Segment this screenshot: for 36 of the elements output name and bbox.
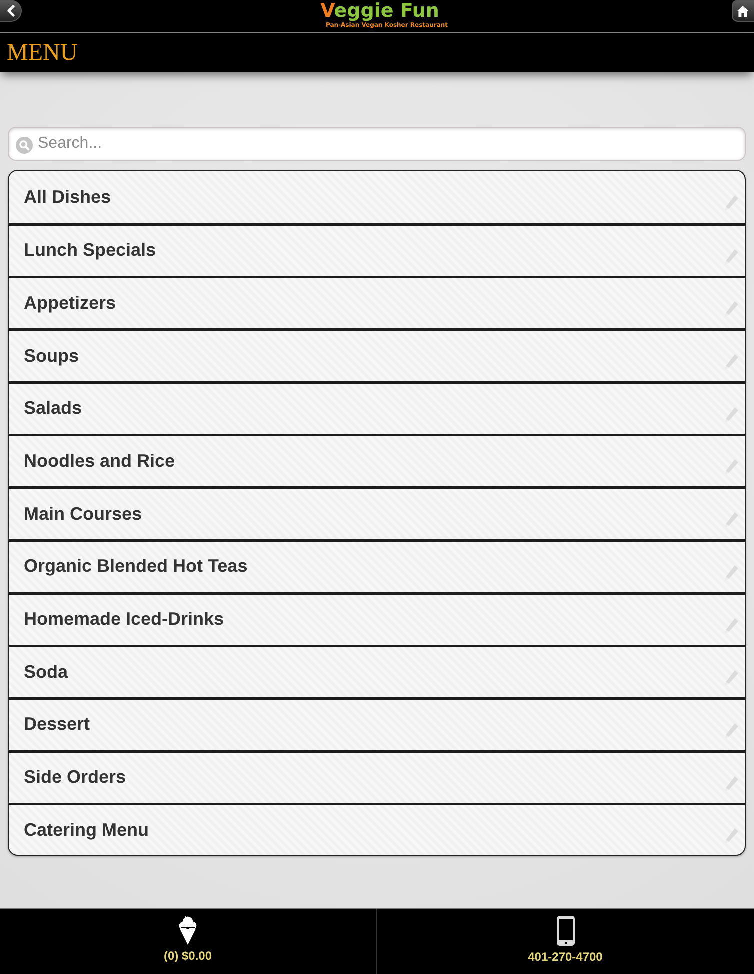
category-item[interactable]: Salads [9,384,745,434]
search-icon [16,137,33,154]
pencil-icon [725,301,739,318]
home-icon [737,6,750,16]
pencil-icon [725,354,739,370]
chevron-left-icon [6,5,14,17]
category-item[interactable]: Side Orders [9,752,745,803]
smartphone-icon [556,916,574,946]
category-item[interactable]: Noodles and Rice [9,436,745,486]
pencil-icon [725,195,739,211]
category-item[interactable]: Lunch Specials [9,226,745,276]
pencil-icon [725,828,739,844]
home-button[interactable] [732,0,754,22]
category-item[interactable]: Dessert [9,700,745,750]
pencil-icon [725,248,739,265]
pencil-icon [725,670,739,686]
pencil-icon [725,512,739,528]
pencil-icon [725,459,739,476]
search-field[interactable]: Search... [8,127,746,161]
pencil-icon [725,776,739,792]
category-item[interactable]: Appetizers [9,278,745,328]
category-item[interactable]: Main Courses [9,489,745,540]
category-item[interactable]: Soups [9,331,745,382]
category-item[interactable]: Soda [9,647,745,698]
pencil-icon [725,722,739,739]
page-title: MENU [6,39,78,68]
pencil-icon [725,564,739,581]
back-button[interactable] [0,0,22,22]
category-item[interactable]: All Dishes [9,171,745,223]
ice-cream-cone-icon [178,916,198,945]
category-item[interactable]: Catering Menu [9,805,745,856]
pencil-icon [725,406,739,423]
pencil-icon [725,618,739,634]
category-item[interactable]: Organic Blended Hot Teas [9,542,745,592]
category-item[interactable]: Homemade Iced-Drinks [9,594,745,644]
logo-title: Veggie Fun [320,1,440,22]
